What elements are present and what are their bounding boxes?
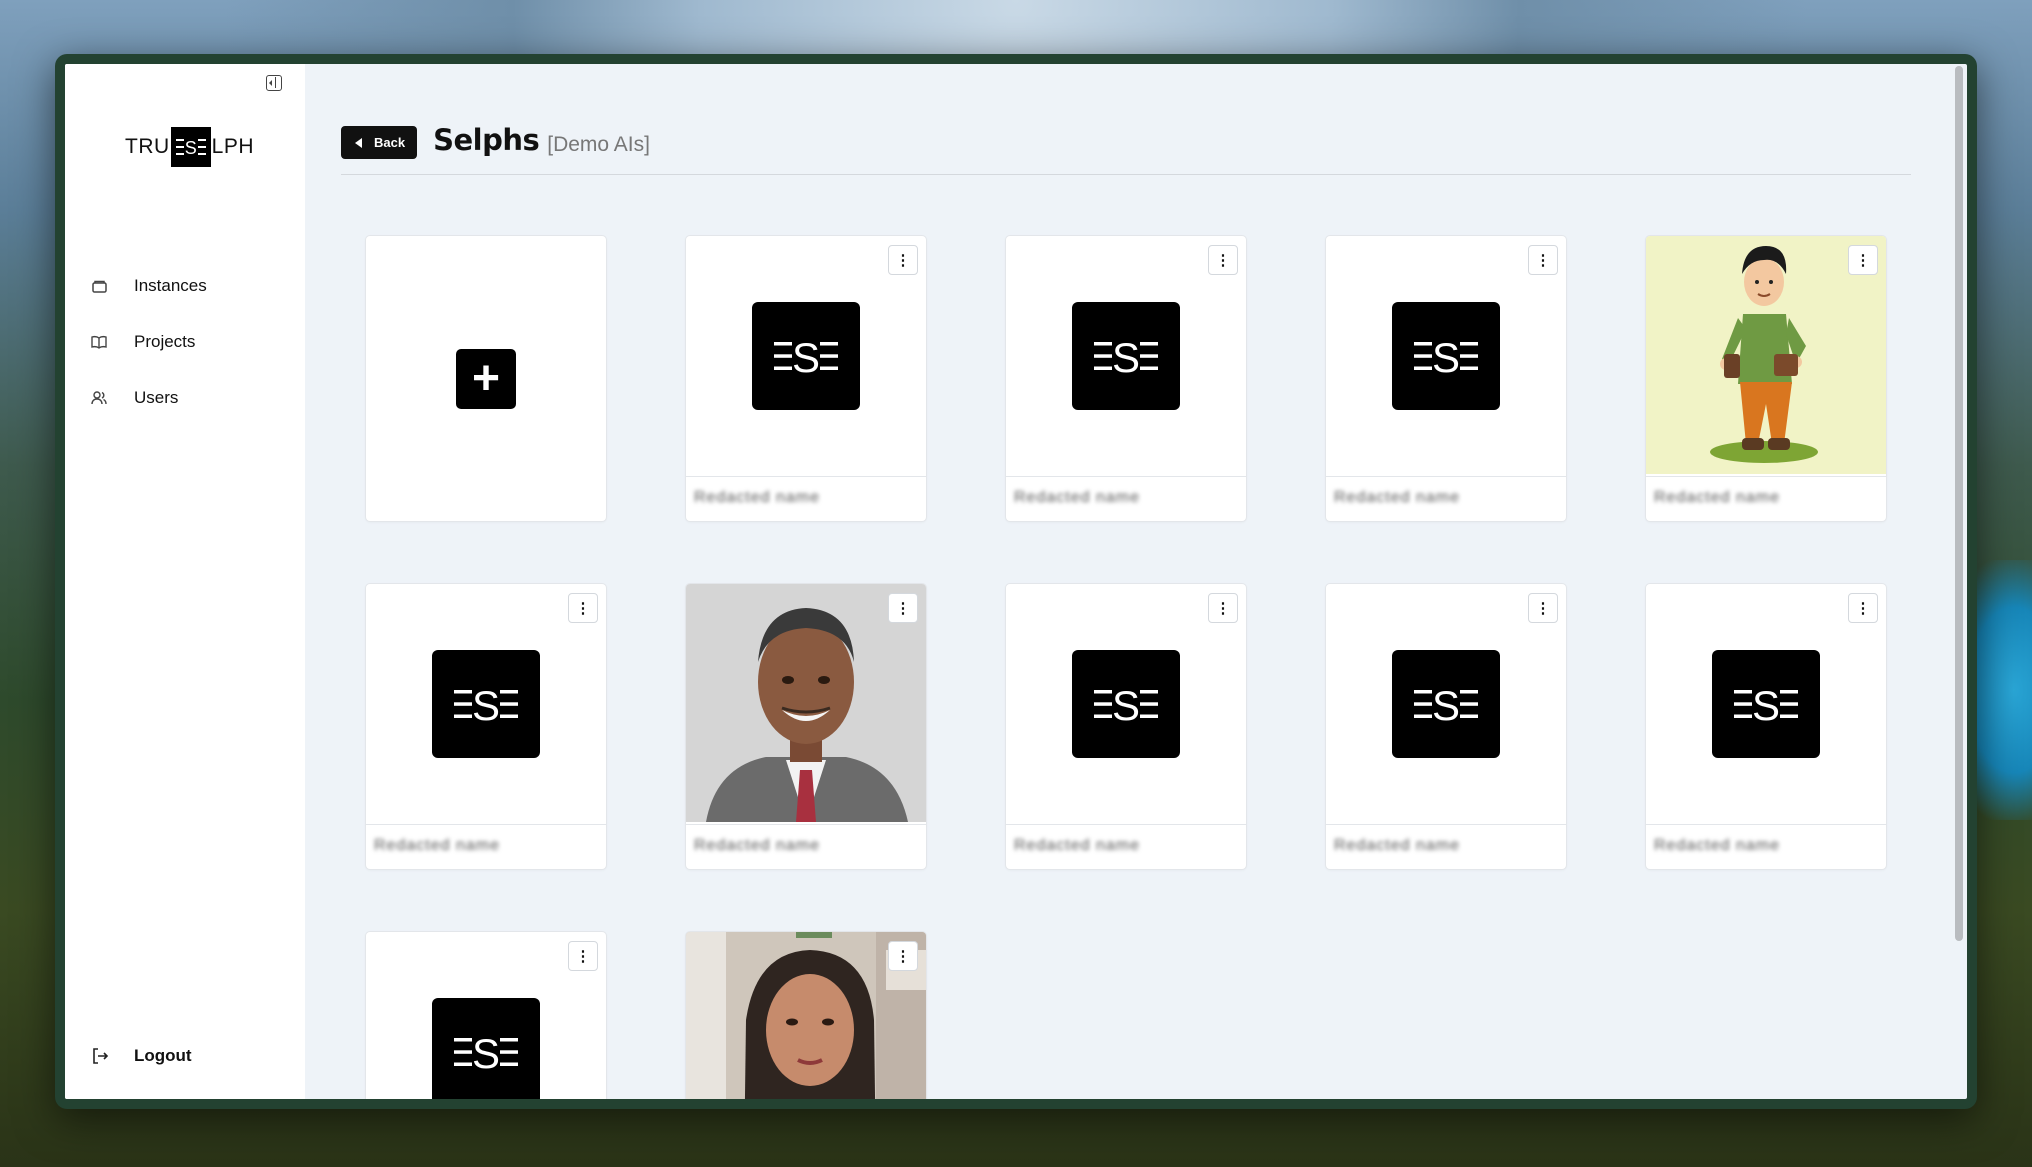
page-header: Back Selphs [Demo AIs] — [341, 123, 1911, 175]
selph-card-name: Redacted name — [694, 837, 820, 854]
selph-card-name: Redacted name — [694, 489, 820, 506]
logo-text-right: LPH — [211, 135, 255, 158]
svg-text:S: S — [184, 138, 197, 157]
plus-icon[interactable]: + — [456, 348, 516, 409]
svg-text:S: S — [1112, 336, 1140, 376]
more-options-icon[interactable]: ⋮ — [1528, 245, 1558, 275]
selph-card[interactable]: ⋮ — [686, 932, 926, 1099]
logo-mark: S — [170, 127, 211, 167]
sidebar-item-label: Users — [134, 388, 179, 407]
selph-card[interactable]: S ⋮ Redacted name — [1006, 236, 1246, 521]
logo-text-left: TRU — [125, 135, 170, 158]
main-content: Back Selphs [Demo AIs] + S ⋮ Redacted na… — [305, 64, 1967, 1099]
selph-card[interactable]: S ⋮ Redacted name — [1326, 584, 1566, 869]
more-options-icon[interactable]: ⋮ — [1848, 245, 1878, 275]
more-options-icon[interactable]: ⋮ — [1208, 593, 1238, 623]
ese-logo-icon: S — [1712, 650, 1820, 758]
sidebar-item-projects[interactable]: Projects — [91, 330, 207, 354]
svg-text:S: S — [1432, 684, 1460, 724]
vertical-scrollbar[interactable] — [1955, 66, 1963, 941]
logout-icon — [91, 1047, 109, 1065]
selph-card-name: Redacted name — [1014, 489, 1140, 506]
svg-text:S: S — [472, 684, 500, 724]
more-options-icon[interactable]: ⋮ — [888, 941, 918, 971]
svg-text:S: S — [1432, 336, 1460, 376]
app-window: TRU S LPH Instances Projects Users Logou… — [55, 54, 1977, 1109]
book-icon — [91, 334, 107, 350]
collapse-sidebar-icon[interactable] — [266, 75, 282, 91]
sidebar-nav: Instances Projects Users — [91, 274, 207, 442]
app-logo: TRU S LPH — [125, 127, 254, 167]
selph-card[interactable]: S ⋮ Redacted name — [1006, 584, 1246, 869]
selph-card[interactable]: S ⋮ Redacted name — [1326, 236, 1566, 521]
selph-card-name: Redacted name — [1334, 489, 1460, 506]
selph-card-name: Redacted name — [1334, 837, 1460, 854]
more-options-icon[interactable]: ⋮ — [568, 593, 598, 623]
selph-card[interactable]: S ⋮ — [366, 932, 606, 1099]
more-options-icon[interactable]: ⋮ — [1848, 593, 1878, 623]
ese-logo-icon: S — [1072, 302, 1180, 410]
selph-card[interactable]: ⋮ Redacted name — [1646, 236, 1886, 521]
sidebar-item-users[interactable]: Users — [91, 386, 207, 410]
add-card-media: + — [366, 236, 606, 521]
selph-card[interactable]: S ⋮ Redacted name — [366, 584, 606, 869]
sidebar-item-instances[interactable]: Instances — [91, 274, 207, 298]
more-options-icon[interactable]: ⋮ — [888, 245, 918, 275]
ese-logo-icon: S — [752, 302, 860, 410]
more-options-icon[interactable]: ⋮ — [888, 593, 918, 623]
page-title: Selphs — [433, 123, 540, 157]
back-arrow-icon — [355, 137, 362, 148]
users-icon — [91, 390, 107, 406]
ese-logo-icon: S — [175, 138, 206, 157]
selph-card-name: Redacted name — [1654, 489, 1780, 506]
box-icon — [91, 278, 107, 294]
page-subtitle: [Demo AIs] — [547, 133, 650, 156]
sidebar-item-label: Instances — [134, 276, 207, 295]
selph-card-name: Redacted name — [1014, 837, 1140, 854]
sidebar-item-label: Projects — [134, 332, 196, 351]
svg-text:S: S — [472, 1032, 500, 1072]
back-button[interactable]: Back — [341, 126, 418, 159]
sidebar: TRU S LPH Instances Projects Users Logou… — [65, 64, 305, 1099]
selph-card[interactable]: ⋮ Redacted name — [686, 584, 926, 869]
selph-card[interactable]: S ⋮ Redacted name — [686, 236, 926, 521]
add-selph-card[interactable]: + — [366, 236, 606, 521]
selph-card[interactable]: S ⋮ Redacted name — [1646, 584, 1886, 869]
svg-text:S: S — [1752, 684, 1780, 724]
ese-logo-icon: S — [1072, 650, 1180, 758]
ese-logo-icon: S — [1392, 302, 1500, 410]
selph-card-name: Redacted name — [374, 837, 500, 854]
more-options-icon[interactable]: ⋮ — [1208, 245, 1238, 275]
ese-logo-icon: S — [432, 998, 540, 1099]
svg-text:S: S — [1112, 684, 1140, 724]
svg-text:S: S — [792, 336, 820, 376]
back-button-label: Back — [374, 135, 406, 150]
ese-logo-icon: S — [1392, 650, 1500, 758]
logout-label: Logout — [134, 1046, 192, 1065]
more-options-icon[interactable]: ⋮ — [1528, 593, 1558, 623]
ese-logo-icon: S — [432, 650, 540, 758]
more-options-icon[interactable]: ⋮ — [568, 941, 598, 971]
selph-card-name: Redacted name — [1654, 837, 1780, 854]
logout-button[interactable]: Logout — [91, 1046, 192, 1066]
app-frame: TRU S LPH Instances Projects Users Logou… — [65, 64, 1967, 1099]
